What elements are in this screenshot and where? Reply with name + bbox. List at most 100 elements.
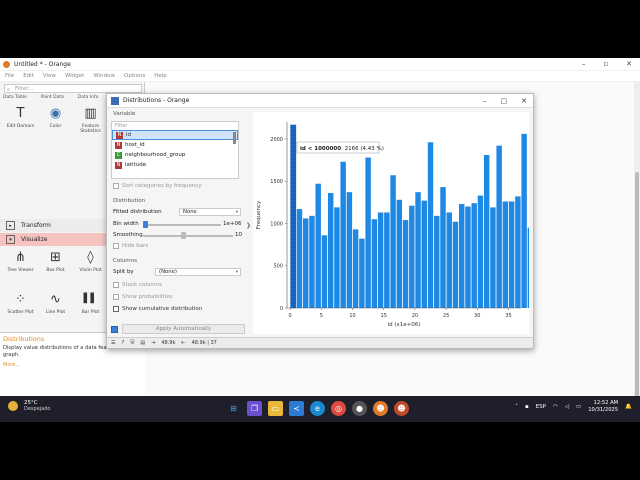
histogram-bar[interactable] — [477, 195, 484, 308]
minimize-button[interactable]: – — [582, 60, 586, 68]
sort-categories-checkbox[interactable]: Sort categories by frequency — [113, 183, 202, 189]
histogram-bar[interactable] — [465, 206, 471, 308]
histogram-bar[interactable] — [521, 133, 527, 308]
histogram-bar[interactable] — [496, 145, 502, 308]
histogram-bar[interactable] — [459, 204, 465, 308]
close-button[interactable]: ✕ — [626, 60, 632, 68]
widget-filter-input[interactable]: ⌕ Filter... — [4, 84, 142, 93]
variable-item-neighbourhood-group[interactable]: Cneighbourhood_group — [112, 150, 238, 160]
dist-maximize-button[interactable]: ▢ — [501, 97, 508, 105]
dist-close-button[interactable]: ✕ — [521, 97, 527, 105]
smoothing-slider-handle[interactable] — [181, 232, 186, 239]
histogram-bar[interactable] — [446, 212, 452, 308]
clock[interactable]: 12:52 AM 10/31/2025 — [588, 400, 618, 414]
histogram-bar[interactable] — [384, 212, 390, 308]
fitted-distribution-select[interactable]: None ▾ — [179, 208, 241, 216]
scrollbar-thumb[interactable] — [635, 172, 639, 402]
volume-icon[interactable]: ◁ — [565, 404, 569, 410]
lang-indicator[interactable]: ESP — [536, 404, 546, 410]
histogram-bar[interactable] — [515, 196, 521, 308]
menu-window[interactable]: Window — [93, 73, 115, 79]
hide-bars-checkbox[interactable]: Hide bars — [113, 243, 148, 249]
histogram-bar[interactable] — [340, 161, 346, 308]
obs-icon[interactable]: ● — [352, 401, 367, 416]
histogram-bar[interactable] — [290, 124, 297, 309]
histogram-bar[interactable] — [402, 220, 409, 308]
histogram-bar[interactable] — [296, 209, 303, 308]
smoothing-slider-track[interactable] — [143, 235, 233, 237]
variable-item-host-id[interactable]: Nhost_id — [112, 140, 238, 150]
maximize-button[interactable]: ▫ — [603, 60, 608, 68]
histogram-bar[interactable] — [309, 215, 315, 308]
collapse-panel-arrow-icon[interactable]: ❯ — [246, 222, 251, 229]
weather-widget[interactable]: 25°C Despejado — [8, 400, 50, 412]
histogram-bar[interactable] — [409, 205, 415, 308]
chrome-icon[interactable]: ◎ — [331, 401, 346, 416]
apply-automatically-checkbox[interactable] — [111, 325, 118, 333]
network-icon[interactable]: ▪ — [525, 404, 529, 410]
histogram-bar[interactable] — [359, 238, 365, 308]
cumulative-distribution-checkbox[interactable]: Show cumulative distribution — [113, 306, 202, 312]
orange-app-icon[interactable]: ☻ — [373, 401, 388, 416]
histogram-bar[interactable] — [471, 203, 477, 308]
histogram-bar[interactable] — [303, 218, 309, 308]
variable-item-latitude[interactable]: Nlatitude — [112, 160, 238, 170]
orange-window-icon[interactable]: ☻ — [394, 401, 409, 416]
help-icon[interactable]: ? — [121, 340, 124, 346]
battery-icon[interactable]: ▭ — [576, 404, 581, 410]
widget-paint-data[interactable]: Paint Data — [41, 95, 64, 100]
wifi-icon[interactable]: ◠ — [553, 404, 558, 410]
widget-color[interactable]: ◉ Color — [38, 104, 73, 134]
histogram-bar[interactable] — [321, 235, 328, 308]
variable-filter-input[interactable]: Filter — [112, 122, 238, 130]
histogram-bar[interactable] — [421, 200, 427, 308]
histogram-bar[interactable] — [483, 154, 490, 308]
plot-area[interactable]: 0 500 1000 1500 2000 0 5 10 15 20 25 30 35 Frequenc… — [253, 112, 534, 334]
histogram-bar[interactable] — [327, 193, 334, 308]
widget-edit-domain[interactable]: T Edit Domain — [3, 104, 38, 134]
split-by-select[interactable]: (None) ▾ — [155, 268, 241, 276]
show-probabilities-checkbox[interactable]: Show probabilities — [113, 294, 172, 300]
histogram-bar[interactable] — [377, 212, 384, 308]
histogram-bar[interactable] — [427, 142, 434, 308]
widget-box-plot[interactable]: ⊞ Box Plot — [38, 248, 73, 274]
histogram-bar[interactable] — [365, 157, 371, 308]
notification-icon[interactable]: 🔔 — [625, 404, 632, 410]
menu-view[interactable]: View — [43, 73, 56, 79]
task-view-icon[interactable]: ❐ — [247, 401, 262, 416]
variable-list[interactable]: Filter Nid Nhost_id Cneighbourhood_group… — [111, 121, 239, 179]
histogram-bar[interactable] — [502, 201, 509, 308]
distribution-chart[interactable]: 0 500 1000 1500 2000 0 5 10 15 20 25 30 35 Frequenc… — [253, 112, 534, 334]
vscode-icon[interactable]: ≺ — [289, 401, 304, 416]
windows-start-icon[interactable]: ⊞ — [226, 401, 241, 416]
histogram-bar[interactable] — [415, 192, 421, 308]
menu-file[interactable]: File — [5, 73, 14, 79]
widget-data-info[interactable]: Data Info — [78, 95, 99, 100]
menu-widget[interactable]: Widget — [65, 73, 84, 79]
histogram-bar[interactable] — [508, 201, 515, 308]
apply-automatically-button[interactable]: Apply Automatically — [122, 324, 245, 334]
bin-width-slider-track[interactable] — [143, 224, 221, 226]
histogram-bar[interactable] — [371, 219, 378, 308]
histogram-bar[interactable] — [452, 221, 459, 308]
chevron-up-icon[interactable]: ˄ — [515, 404, 518, 410]
histogram-bar[interactable] — [315, 183, 321, 308]
menu-options[interactable]: Options — [124, 73, 145, 79]
widget-tree-viewer[interactable]: ⋔ Tree Viewer — [3, 248, 38, 274]
histogram-bar[interactable] — [352, 229, 359, 308]
histogram-bar[interactable] — [390, 175, 396, 308]
histogram-bar[interactable] — [440, 187, 446, 308]
histogram-bar[interactable] — [434, 215, 440, 308]
file-explorer-icon[interactable]: ▭ — [268, 401, 283, 416]
widget-feature-statistics[interactable]: ▥ Feature Statistics — [73, 104, 108, 135]
edge-icon[interactable]: e — [310, 401, 325, 416]
save-icon[interactable]: 🖫 — [130, 339, 134, 347]
histogram-bar[interactable] — [490, 207, 496, 308]
histogram-bar[interactable] — [334, 207, 340, 308]
variable-list-scrollbar[interactable] — [233, 132, 236, 144]
histogram-bar[interactable] — [396, 199, 403, 308]
stack-columns-checkbox[interactable]: Stack columns — [113, 282, 162, 288]
menu-icon[interactable]: ☰ — [111, 340, 115, 346]
widget-violin-plot[interactable]: ◊ Violin Plot — [73, 248, 108, 274]
canvas-scrollbar[interactable] — [634, 82, 640, 420]
